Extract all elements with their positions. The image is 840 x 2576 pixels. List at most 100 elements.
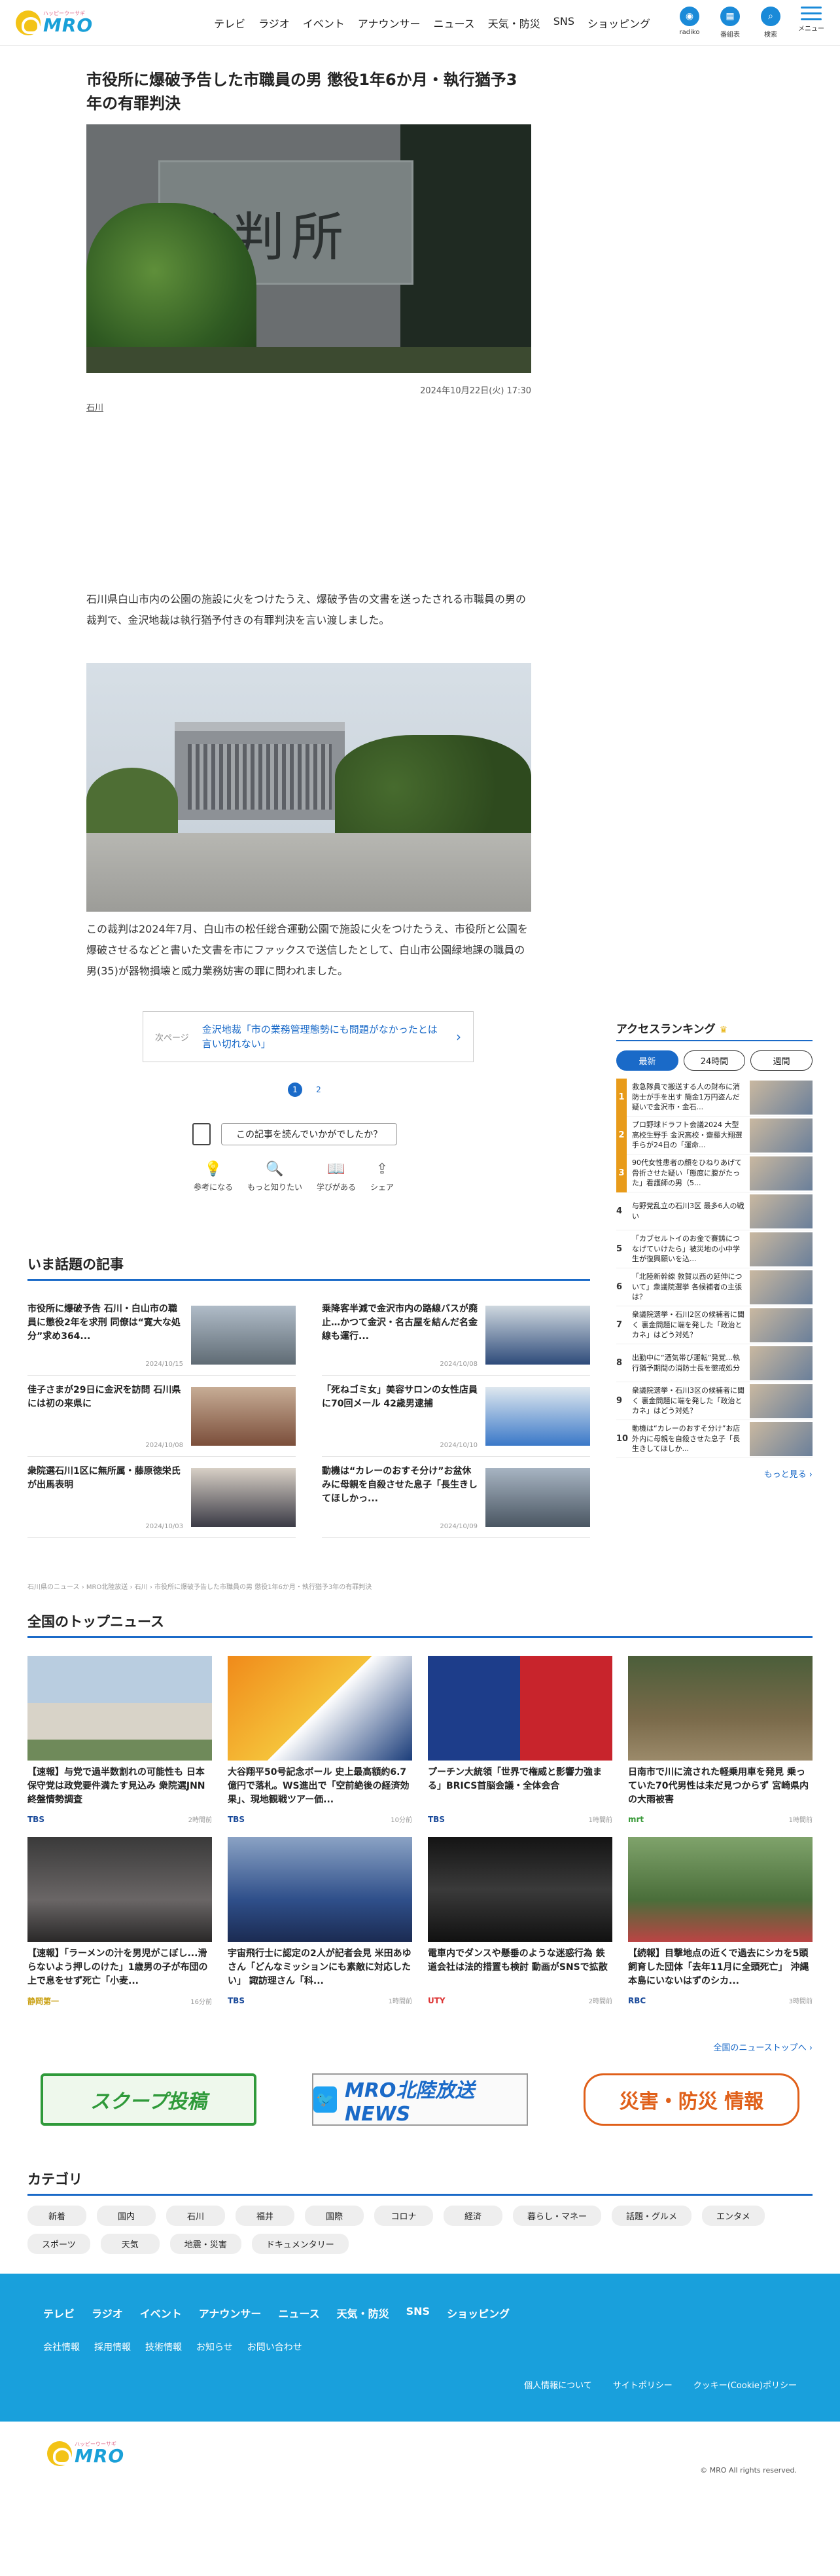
- ranking-item[interactable]: 6 「北陸新幹線 敦賀以西の延伸について」衆議院選挙 各候補者の主張は？: [616, 1268, 813, 1306]
- footer-legal-link[interactable]: 個人情報について: [524, 2378, 592, 2391]
- footer-logo[interactable]: ハッピーウーサギ MRO: [47, 2441, 124, 2466]
- trending-item[interactable]: 佳子さまが29日に金沢を訪問 石川県には初の来県に 2024/10/08: [27, 1376, 296, 1457]
- footer-nav-link[interactable]: ラジオ: [92, 2305, 123, 2321]
- footer-sub-link[interactable]: 採用情報: [94, 2340, 131, 2353]
- program-guide-icon: ▦: [720, 7, 740, 26]
- footer-legal-link[interactable]: サイトポリシー: [613, 2378, 673, 2391]
- footer-nav-link[interactable]: ショッピング: [447, 2305, 510, 2321]
- reaction-learned[interactable]: 📖 学びがある: [317, 1161, 356, 1192]
- trending-item[interactable]: 「死ねゴミ女」美容サロンの女性店員に70回メール 42歳男逮捕 2024/10/1…: [322, 1376, 590, 1457]
- ranking-item[interactable]: 7 衆議院選挙・石川2区の候補者に聞く 裏金問題に端を発した「政治とカネ」はどう対…: [616, 1306, 813, 1344]
- national-news-card[interactable]: 【速報】与党で過半数割れの可能性も 日本保守党は政党要件満たす見込み 衆院選JN…: [27, 1656, 212, 1824]
- national-news-more-link[interactable]: 全国のニューストップへ ›: [713, 2041, 813, 2053]
- category-chip[interactable]: エンタメ: [702, 2206, 765, 2226]
- news-source: RBC: [628, 1995, 646, 2005]
- radiko-button[interactable]: ◉ radiko: [676, 7, 703, 39]
- breadcrumb[interactable]: 石川県のニュース › MRO北陸放送 › 石川 › 市役所に爆破予告した市職員の…: [27, 1581, 372, 1591]
- next-page-title: 金沢地裁「市の業務管理態勢にも問題がなかったとは言い切れない」: [201, 1023, 438, 1050]
- tab-latest[interactable]: 最新: [616, 1050, 678, 1071]
- footer-sub-link[interactable]: お問い合わせ: [247, 2340, 302, 2353]
- national-news-card[interactable]: 宇宙飛行士に認定の2人が記者会見 米田あゆさん「どんなミッションにも素敵に対応し…: [228, 1837, 412, 2007]
- category-chip[interactable]: 新着: [27, 2206, 86, 2226]
- ranking-item[interactable]: 10 動機は“カレーのおすそ分け”お店外内に母親を自殺させた息子「長生きしてほしか…: [616, 1420, 813, 1458]
- category-chip[interactable]: 天気: [100, 2234, 160, 2254]
- ranking-item[interactable]: 8 出勤中に“酒気帯び運転”発覚...執行猶予期間の消防士長を懲戒処分: [616, 1344, 813, 1382]
- national-news-card[interactable]: プーチン大統領「世界で権威と影響力強まる」BRICS首脳会議・全体会合 TBS 1時…: [428, 1656, 612, 1824]
- footer-sub-link[interactable]: 技術情報: [145, 2340, 182, 2353]
- footer-nav-link[interactable]: ニュース: [278, 2305, 319, 2321]
- category-chip[interactable]: 国際: [305, 2206, 364, 2226]
- site-logo[interactable]: ハッピーウーサギ MRO: [16, 10, 93, 35]
- ranking-item[interactable]: 1 救急隊員で搬送する人の財布に消防士が手を出す 簡金1万円盗んだ疑いで金沢市・金…: [616, 1078, 813, 1117]
- nav-event[interactable]: イベント: [303, 15, 345, 31]
- ranking-more-link[interactable]: もっと見る ›: [616, 1467, 813, 1480]
- category-chip[interactable]: 福井: [236, 2206, 294, 2226]
- menu-label: メニュー: [798, 26, 824, 33]
- ranking-item[interactable]: 5 「カブセルトイのお金で賽鋳につなげていけたら」被災地の小中学生が復興願いを込.…: [616, 1230, 813, 1268]
- footer-nav-link[interactable]: アナウンサー: [199, 2305, 262, 2321]
- reaction-share[interactable]: ⇪ シェア: [370, 1161, 394, 1192]
- reaction-buttons: 💡 参考になる 🔍 もっと知りたい 📖 学びがある ⇪ シェア: [194, 1161, 394, 1192]
- next-page-link[interactable]: 次ページ 金沢地裁「市の業務管理態勢にも問題がなかったとは言い切れない」 ›: [143, 1011, 474, 1062]
- page-1[interactable]: 1: [288, 1082, 302, 1097]
- nav-announcer[interactable]: アナウンサー: [358, 15, 421, 31]
- trending-item[interactable]: 衆院選石川1区に無所属・藤原徳栄氏が出馬表明 2024/10/03: [27, 1457, 296, 1538]
- national-news-card[interactable]: 大谷翔平50号記念ボール 史上最高額約6.7億円で落札。WS進出で「空前絶後の経…: [228, 1656, 412, 1824]
- reaction-helpful[interactable]: 💡 参考になる: [194, 1161, 233, 1192]
- nav-radio[interactable]: ラジオ: [258, 15, 290, 31]
- trending-item-title: 「死ねゴミ女」美容サロンの女性店員に70回メール 42歳男逮捕: [322, 1384, 478, 1409]
- menu-button[interactable]: メニュー: [798, 7, 824, 39]
- pagination: 1 2: [288, 1082, 326, 1097]
- trending-item[interactable]: 動機は“カレーのおすそ分け”お盆休みに母親を自殺させた息子「長生きしてほしかっ.…: [322, 1457, 590, 1538]
- ranking-item[interactable]: 9 衆議院選挙・石川3区の候補者に聞く 裏金問題に端を発した「政治とカネ」はどう対…: [616, 1382, 813, 1420]
- footer-legal-link[interactable]: クッキー(Cookie)ポリシー: [693, 2378, 797, 2391]
- article-tag[interactable]: 石川: [86, 401, 531, 413]
- nav-shopping[interactable]: ショッピング: [587, 15, 650, 31]
- footer-nav-link[interactable]: 天気・防災: [337, 2305, 389, 2321]
- ranking-tabs: 最新 24時間 週間: [616, 1050, 813, 1071]
- mro-news-banner[interactable]: 🐦 MRO北陸放送 NEWS: [312, 2073, 528, 2126]
- category-chip[interactable]: 石川: [166, 2206, 225, 2226]
- ranking-item[interactable]: 2 プロ野球ドラフト会議2024 大型高校生野手 金沢高校・齋藤大翔選手らが24日…: [616, 1116, 813, 1154]
- ranking-item[interactable]: 3 90代女性患者の顔をひねりあげて骨折させた疑い「態度に腹がたった」看護師の男（…: [616, 1154, 813, 1192]
- share-icon: ⇪: [376, 1161, 389, 1177]
- category-chip[interactable]: スポーツ: [27, 2234, 90, 2254]
- category-chip[interactable]: 経済: [444, 2206, 502, 2226]
- national-news-card[interactable]: 電車内でダンスや懸垂のような迷惑行為 鉄道会社は法的措置も検討 動画がSNSで拡…: [428, 1837, 612, 2007]
- nav-weather[interactable]: 天気・防災: [488, 15, 540, 31]
- trending-thumbnail: [191, 1386, 296, 1446]
- category-chip[interactable]: 話題・グルメ: [612, 2206, 692, 2226]
- news-time: 1時間前: [388, 1998, 412, 2005]
- national-news-card[interactable]: 日南市で川に流された軽乗用車を発見 乗っていた70代男性は未だ見つからず 宮崎県…: [628, 1656, 813, 1824]
- trending-item-title: 動機は“カレーのおすそ分け”お盆休みに母親を自殺させた息子「長生きしてほしかっ.…: [322, 1465, 478, 1504]
- category-chip[interactable]: 暮らし・マネー: [513, 2206, 602, 2226]
- tab-weekly[interactable]: 週間: [750, 1050, 813, 1071]
- reaction-know-more[interactable]: 🔍 もっと知りたい: [247, 1161, 302, 1192]
- category-chip[interactable]: 地震・災害: [169, 2234, 241, 2254]
- footer-nav-link[interactable]: SNS: [406, 2305, 430, 2321]
- mro-news-banner-text: MRO北陸放送 NEWS: [344, 2079, 475, 2126]
- footer-nav-link[interactable]: イベント: [140, 2305, 182, 2321]
- category-chip[interactable]: 国内: [97, 2206, 156, 2226]
- disaster-info-banner[interactable]: 災害・防災 情報: [584, 2073, 799, 2126]
- ranking-item-text: 出勤中に“酒気帯び運転”発覚...執行猶予期間の消防士長を懲戒処分: [632, 1353, 740, 1372]
- category-chip[interactable]: ドキュメンタリー: [251, 2234, 349, 2254]
- search-button[interactable]: ⌕ 検索: [758, 7, 784, 39]
- trending-item[interactable]: 乗降客半減で金沢市内の路線バスが廃止…かつて金沢・名古屋を結んだ名金線も運行..…: [322, 1295, 590, 1376]
- tab-24h[interactable]: 24時間: [683, 1050, 746, 1071]
- nav-sns[interactable]: SNS: [553, 15, 574, 31]
- nav-news[interactable]: ニュース: [433, 15, 474, 31]
- category-chip[interactable]: コロナ: [374, 2206, 433, 2226]
- scoop-post-banner[interactable]: スクープ投稿: [41, 2073, 256, 2126]
- crown-icon: ♛: [719, 1025, 728, 1035]
- footer-sub-link[interactable]: お知らせ: [196, 2340, 233, 2353]
- trending-item[interactable]: 市役所に爆破予告 石川・白山市の職員に懲役2年を求刑 同僚は“寛大な処分”求め3…: [27, 1295, 296, 1376]
- page-2[interactable]: 2: [311, 1082, 326, 1097]
- program-guide-button[interactable]: ▦ 番組表: [717, 7, 743, 39]
- footer-sub-link[interactable]: 会社情報: [43, 2340, 80, 2353]
- footer-nav-link[interactable]: テレビ: [43, 2305, 75, 2321]
- national-news-card[interactable]: 【続報】目撃地点の近くで過去にシカを5頭飼育した団体「去年11月に全頭死亡」 沖…: [628, 1837, 813, 2007]
- nav-tv[interactable]: テレビ: [214, 15, 245, 31]
- ranking-item[interactable]: 4 与野党乱立の石川3区 最多6人の戦い: [616, 1192, 813, 1230]
- national-news-card[interactable]: 【速報】「ラーメンの汁を男児がこぼし...滑らないよう押しのけた」1歳男の子が布…: [27, 1837, 212, 2007]
